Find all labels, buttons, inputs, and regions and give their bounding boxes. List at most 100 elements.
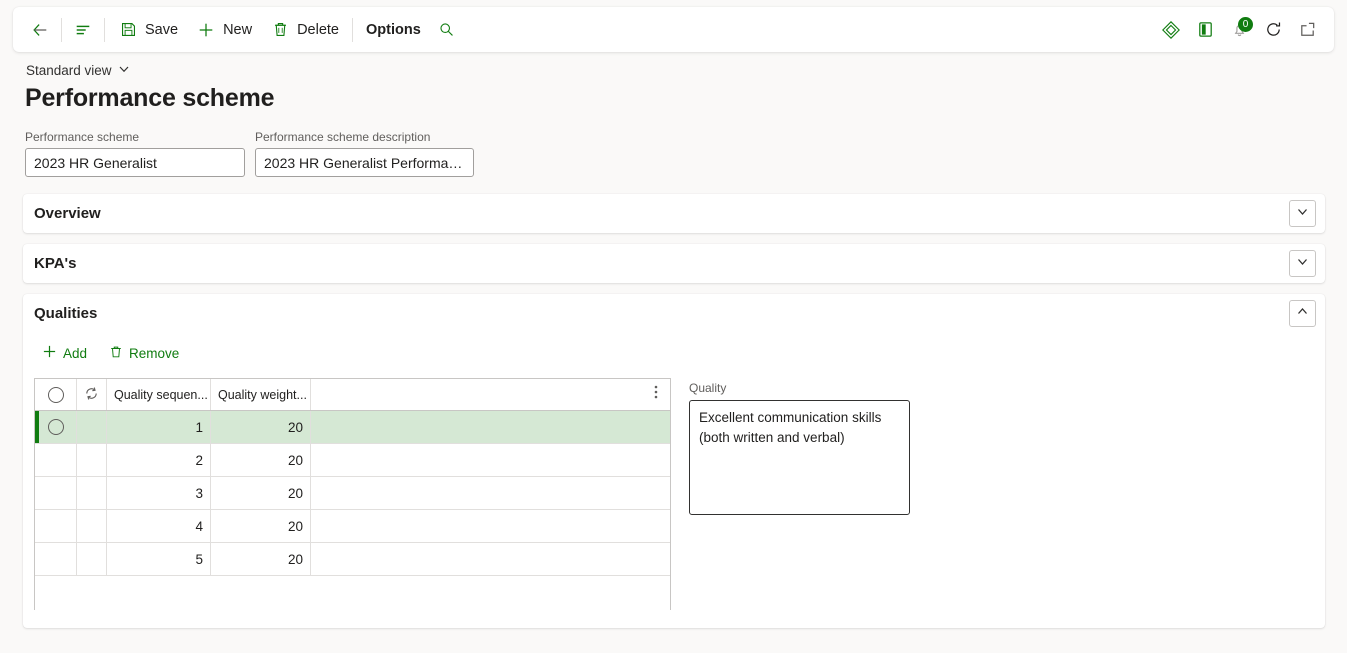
cell-filler: [311, 444, 670, 476]
section-overview-toggle[interactable]: [1289, 200, 1316, 227]
command-bar: Save New Delete Options 0: [13, 7, 1334, 52]
qualities-grid: Quality sequen... Quality weight... 1 20: [34, 378, 671, 610]
save-disk-icon: [118, 20, 138, 40]
toolbar-divider: [61, 17, 62, 42]
qualities-grid-toolbar: Add Remove: [34, 340, 187, 366]
row-select-cell[interactable]: [35, 543, 77, 575]
new-label: New: [223, 21, 253, 38]
cell-filler: [311, 477, 670, 509]
refresh-icon[interactable]: [1256, 14, 1290, 46]
add-button[interactable]: Add: [34, 340, 95, 366]
row-refresh-cell[interactable]: [77, 411, 107, 443]
toolbar-divider: [104, 17, 105, 42]
cell-quality-sequence[interactable]: 4: [107, 510, 211, 542]
arrow-left-icon: [30, 20, 50, 40]
trash-icon: [109, 345, 123, 362]
cell-quality-weight[interactable]: 20: [211, 477, 311, 509]
row-select-cell[interactable]: [35, 477, 77, 509]
section-kpas-toggle[interactable]: [1289, 250, 1316, 277]
command-bar-right-group: 0: [1154, 7, 1324, 52]
chevron-up-icon: [1296, 305, 1309, 323]
remove-label: Remove: [129, 345, 180, 361]
toolbar-divider: [352, 17, 353, 42]
row-select-cell[interactable]: [35, 510, 77, 542]
cell-quality-weight[interactable]: 20: [211, 543, 311, 575]
remove-button[interactable]: Remove: [101, 340, 187, 366]
cell-filler: [311, 411, 670, 443]
add-label: Add: [63, 345, 88, 361]
search-button[interactable]: [430, 14, 464, 46]
row-refresh-cell[interactable]: [77, 444, 107, 476]
section-overview-header[interactable]: Overview: [23, 194, 1325, 233]
qualities-grid-header: Quality sequen... Quality weight...: [35, 379, 670, 411]
plus-icon: [42, 344, 57, 362]
show-navigation-button[interactable]: [66, 14, 100, 46]
quality-label: Quality: [689, 381, 727, 395]
options-label: Options: [366, 21, 421, 38]
cell-quality-sequence[interactable]: 3: [107, 477, 211, 509]
grid-more-options-button[interactable]: [646, 379, 666, 410]
quality-detail-panel: Quality: [689, 381, 910, 520]
chevron-down-icon: [1296, 205, 1309, 223]
row-refresh-cell[interactable]: [77, 477, 107, 509]
dynamics-diamond-icon[interactable]: [1154, 14, 1188, 46]
section-kpas-header[interactable]: KPA's: [23, 244, 1325, 283]
table-row[interactable]: 2 20: [35, 444, 670, 477]
cell-quality-weight[interactable]: 20: [211, 444, 311, 476]
cell-quality-sequence[interactable]: 5: [107, 543, 211, 575]
table-row[interactable]: 5 20: [35, 543, 670, 576]
cell-quality-sequence[interactable]: 2: [107, 444, 211, 476]
chevron-down-icon: [118, 63, 130, 78]
section-qualities-toggle[interactable]: [1289, 300, 1316, 327]
trash-icon: [270, 20, 290, 40]
section-qualities-title: Qualities: [34, 305, 98, 322]
plus-icon: [196, 20, 216, 40]
kebab-menu-icon: [654, 384, 658, 405]
select-all-header-cell[interactable]: [35, 379, 77, 410]
section-kpas-title: KPA's: [34, 255, 77, 272]
cell-quality-weight[interactable]: 20: [211, 411, 311, 443]
grid-empty-space: [35, 576, 670, 610]
quality-textarea[interactable]: [689, 400, 910, 515]
performance-scheme-label: Performance scheme: [25, 130, 140, 144]
hamburger-list-icon: [73, 20, 93, 40]
new-button[interactable]: New: [187, 14, 261, 46]
row-select-cell[interactable]: [35, 411, 77, 443]
cell-quality-weight[interactable]: 20: [211, 510, 311, 542]
cell-filler: [311, 510, 670, 542]
delete-button[interactable]: Delete: [261, 14, 348, 46]
column-header-quality-weight[interactable]: Quality weight...: [211, 379, 311, 410]
back-button[interactable]: [23, 14, 57, 46]
view-switcher[interactable]: Standard view: [26, 63, 130, 78]
save-button[interactable]: Save: [109, 14, 187, 46]
performance-scheme-description-input[interactable]: [255, 148, 474, 177]
section-qualities-header[interactable]: Qualities: [23, 294, 1325, 333]
performance-scheme-description-label: Performance scheme description: [255, 130, 431, 144]
view-switcher-label: Standard view: [26, 63, 112, 78]
table-row[interactable]: 3 20: [35, 477, 670, 510]
section-overview: Overview: [23, 194, 1325, 233]
table-row[interactable]: 1 20: [35, 411, 670, 444]
radio-circle-icon: [47, 419, 64, 435]
options-button[interactable]: Options: [357, 14, 430, 46]
column-header-quality-sequence[interactable]: Quality sequen...: [107, 379, 211, 410]
cell-quality-sequence[interactable]: 1: [107, 411, 211, 443]
row-refresh-header-cell[interactable]: [77, 379, 107, 410]
save-label: Save: [145, 21, 179, 38]
row-select-cell[interactable]: [35, 444, 77, 476]
section-overview-title: Overview: [34, 205, 101, 222]
office-app-icon[interactable]: [1188, 14, 1222, 46]
notifications-bell-icon[interactable]: 0: [1222, 14, 1256, 46]
search-icon: [437, 20, 457, 40]
row-refresh-cell[interactable]: [77, 543, 107, 575]
performance-scheme-input[interactable]: [25, 148, 245, 177]
row-refresh-icon: [84, 386, 99, 404]
cell-filler: [311, 543, 670, 575]
row-refresh-cell[interactable]: [77, 510, 107, 542]
table-row[interactable]: 4 20: [35, 510, 670, 543]
open-in-new-window-icon[interactable]: [1290, 14, 1324, 46]
performance-scheme-page: Save New Delete Options 0 Standard view …: [0, 0, 1347, 653]
notification-count-badge: 0: [1238, 16, 1253, 32]
command-bar-left-group: Save New Delete Options: [23, 7, 464, 52]
section-kpas: KPA's: [23, 244, 1325, 283]
